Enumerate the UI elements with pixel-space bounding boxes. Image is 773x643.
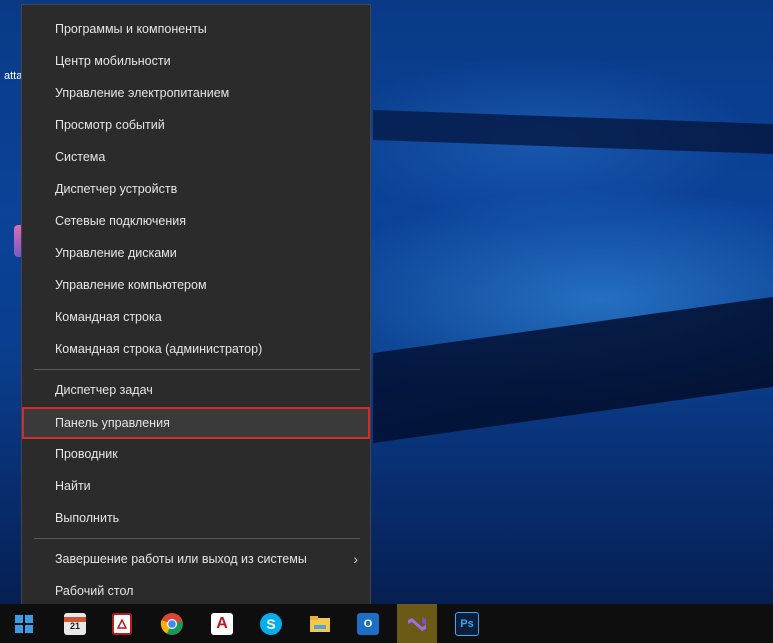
chrome-icon[interactable] bbox=[152, 604, 192, 643]
calendar-day-text: 21 bbox=[69, 620, 80, 631]
menu-item-command-prompt[interactable]: Командная строка bbox=[22, 303, 370, 331]
calendar-app-icon[interactable]: 21 bbox=[55, 604, 95, 643]
wallpaper-shape bbox=[373, 296, 773, 444]
menu-item-command-prompt-admin[interactable]: Командная строка (администратор) bbox=[22, 335, 370, 363]
menu-item-disk-management[interactable]: Управление дисками bbox=[22, 239, 370, 267]
photoshop-icon[interactable]: Ps bbox=[447, 604, 487, 643]
menu-item-power-options[interactable]: Управление электропитанием bbox=[22, 79, 370, 107]
autocad-letter: A bbox=[211, 612, 233, 635]
visual-studio-icon[interactable] bbox=[397, 604, 437, 643]
winx-context-menu: Программы и компоненты Центр мобильности… bbox=[21, 4, 371, 614]
menu-item-file-explorer[interactable]: Проводник bbox=[22, 440, 370, 468]
menu-item-computer-management[interactable]: Управление компьютером bbox=[22, 271, 370, 299]
menu-item-programs-features[interactable]: Программы и компоненты bbox=[22, 15, 370, 43]
skype-icon[interactable]: S bbox=[251, 604, 291, 643]
pdf-reader-icon[interactable] bbox=[102, 604, 142, 643]
menu-item-event-viewer[interactable]: Просмотр событий bbox=[22, 111, 370, 139]
skype-letter: S bbox=[260, 612, 282, 635]
menu-item-desktop[interactable]: Рабочий стол bbox=[22, 577, 370, 605]
menu-item-network-connections[interactable]: Сетевые подключения bbox=[22, 207, 370, 235]
outlook-icon[interactable]: O bbox=[348, 604, 388, 643]
menu-item-shutdown-signout[interactable]: Завершение работы или выход из системы › bbox=[22, 545, 370, 573]
menu-item-system[interactable]: Система bbox=[22, 143, 370, 171]
desktop-label: atta bbox=[4, 70, 23, 82]
menu-item-mobility-center[interactable]: Центр мобильности bbox=[22, 47, 370, 75]
menu-separator bbox=[34, 369, 360, 370]
autocad-icon[interactable]: A bbox=[202, 604, 242, 643]
menu-item-task-manager[interactable]: Диспетчер задач bbox=[22, 376, 370, 404]
wallpaper-shape bbox=[373, 110, 773, 154]
chevron-right-icon: › bbox=[353, 551, 358, 567]
menu-item-device-manager[interactable]: Диспетчер устройств bbox=[22, 175, 370, 203]
menu-item-control-panel[interactable]: Панель управления bbox=[22, 407, 370, 439]
menu-separator bbox=[34, 538, 360, 539]
file-explorer-icon[interactable] bbox=[300, 604, 340, 643]
menu-item-label: Завершение работы или выход из системы bbox=[55, 552, 307, 566]
photoshop-letters: Ps bbox=[455, 611, 479, 636]
windows-start-icon[interactable] bbox=[4, 604, 44, 643]
menu-item-search[interactable]: Найти bbox=[22, 472, 370, 500]
menu-item-run[interactable]: Выполнить bbox=[22, 504, 370, 532]
